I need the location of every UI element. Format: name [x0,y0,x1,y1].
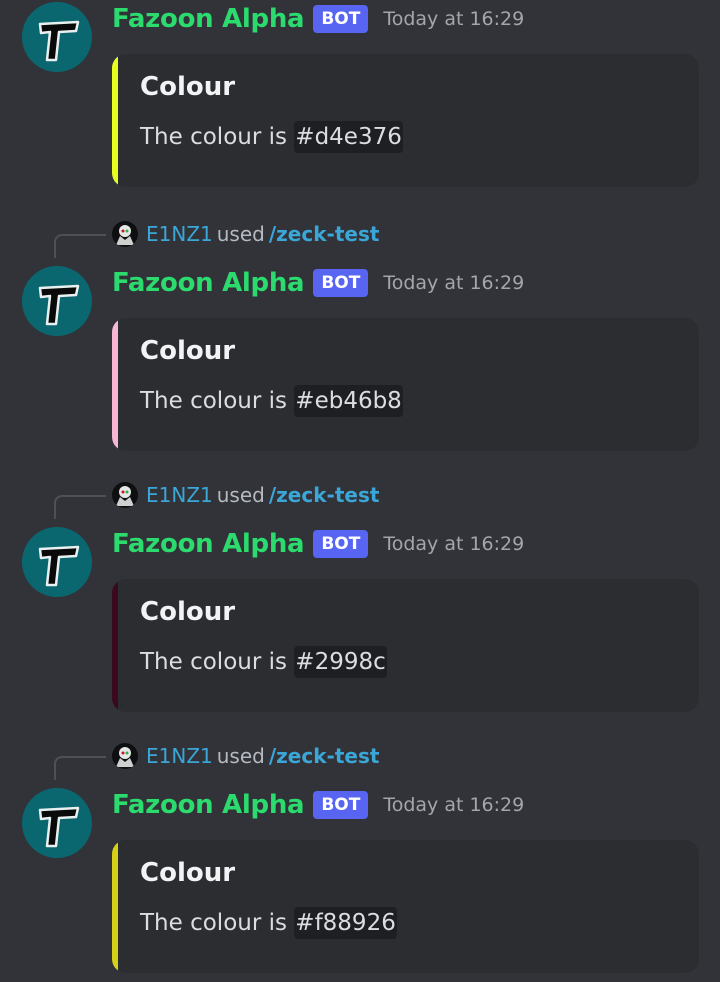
reply-username[interactable]: E1NZ1 [146,744,213,768]
user-avatar[interactable] [112,221,138,247]
embed-title: Colour [140,336,236,366]
timestamp[interactable]: Today at 16:29 [383,8,524,30]
fazoon-logo-icon [38,806,80,848]
reply-text: E1NZ1 used/zeck-test [146,483,379,507]
timestamp[interactable]: Today at 16:29 [383,794,524,816]
embed-color-bar [112,54,118,187]
username[interactable]: Fazoon Alpha [112,529,305,559]
message-header: Fazoon Alpha BOT Today at 16:29 [112,266,524,300]
bot-badge: BOT [313,791,369,819]
message: Fazoon Alpha BOT Today at 16:29 Colour T… [0,266,720,452]
color-code: #eb46b8 [294,385,403,417]
embed-title: Colour [140,597,236,627]
reply-spine [54,495,106,519]
color-code: #d4e376 [294,121,403,153]
color-code: #f88926 [294,907,397,939]
reply-text: E1NZ1 used/zeck-test [146,222,379,246]
fazoon-logo-icon [38,545,80,587]
reply-username[interactable]: E1NZ1 [146,483,213,507]
command-reply: E1NZ1 used/zeck-test [0,219,720,258]
bot-badge: BOT [313,269,369,297]
reply-command[interactable]: /zeck-test [269,222,380,246]
timestamp[interactable]: Today at 16:29 [383,533,524,555]
reply-text: E1NZ1 used/zeck-test [146,744,379,768]
command-reply: E1NZ1 used/zeck-test [0,741,720,780]
username[interactable]: Fazoon Alpha [112,4,305,34]
reply-spine [54,234,106,258]
user-avatar-icon [116,747,134,767]
embed-description: The colour is #f88926 [140,907,397,939]
reply-command[interactable]: /zeck-test [269,483,380,507]
chat-message-list: Fazoon Alpha BOT Today at 16:29 Colour T… [0,0,720,982]
reply-command[interactable]: /zeck-test [269,744,380,768]
reply-spine [54,756,106,780]
embed-description-text: The colour is [140,649,295,675]
embed-description: The colour is #eb46b8 [140,385,403,417]
message-header: Fazoon Alpha BOT Today at 16:29 [112,2,524,36]
fazoon-logo-icon [38,284,80,326]
embed-title: Colour [140,72,236,102]
bot-avatar[interactable] [22,2,92,72]
reply-username[interactable]: E1NZ1 [146,222,213,246]
message-header: Fazoon Alpha BOT Today at 16:29 [112,788,524,822]
user-avatar-icon [116,486,134,506]
embed-description: The colour is #2998c [140,646,387,678]
embed-description-text: The colour is [140,910,295,936]
reply-used-label: used [216,744,265,768]
command-reply: E1NZ1 used/zeck-test [0,480,720,519]
embed-title: Colour [140,858,236,888]
username[interactable]: Fazoon Alpha [112,268,305,298]
embed: Colour The colour is #d4e376 [112,54,699,187]
bot-avatar[interactable] [22,266,92,336]
embed-color-bar [112,579,118,712]
reply-used-label: used [216,222,265,246]
bot-avatar[interactable] [22,788,92,858]
message: Fazoon Alpha BOT Today at 16:29 Colour T… [0,2,720,188]
embed-color-bar [112,840,118,973]
message: Fazoon Alpha BOT Today at 16:29 Colour T… [0,527,720,713]
bot-badge: BOT [313,530,369,558]
embed: Colour The colour is #eb46b8 [112,318,699,451]
embed: Colour The colour is #2998c [112,579,699,712]
timestamp[interactable]: Today at 16:29 [383,272,524,294]
color-code: #2998c [294,646,387,678]
reply-used-label: used [216,483,265,507]
bot-badge: BOT [313,5,369,33]
message-header: Fazoon Alpha BOT Today at 16:29 [112,527,524,561]
embed-description-text: The colour is [140,124,295,150]
message: Fazoon Alpha BOT Today at 16:29 Colour T… [0,788,720,974]
user-avatar[interactable] [112,743,138,769]
embed-color-bar [112,318,118,451]
embed: Colour The colour is #f88926 [112,840,699,973]
bot-avatar[interactable] [22,527,92,597]
embed-description-text: The colour is [140,388,295,414]
user-avatar-icon [116,225,134,245]
user-avatar[interactable] [112,482,138,508]
fazoon-logo-icon [38,20,80,62]
embed-description: The colour is #d4e376 [140,121,403,153]
username[interactable]: Fazoon Alpha [112,790,305,820]
